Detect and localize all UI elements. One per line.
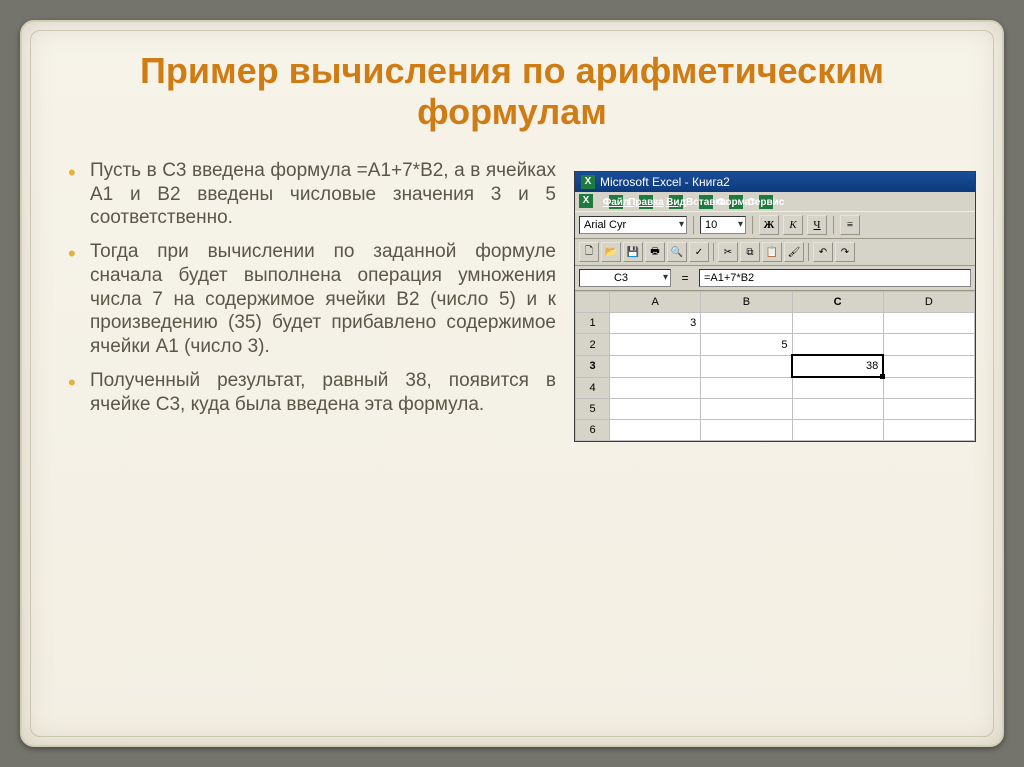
cut-button[interactable]: ✂ <box>718 242 738 262</box>
cell[interactable] <box>883 420 974 441</box>
menu-tools[interactable]: Сервис <box>759 194 777 210</box>
row-header[interactable]: 5 <box>576 399 610 420</box>
menu-insert[interactable]: Вставка <box>699 194 717 210</box>
menu-edit[interactable]: Правка <box>639 194 657 210</box>
formula-bar: C3 = =A1+7*B2 <box>575 266 975 291</box>
row-header[interactable]: 3 <box>576 355 610 377</box>
bullet-item: Пусть в С3 введена формула =А1+7*В2, а в… <box>66 159 556 230</box>
cell[interactable]: 3 <box>610 313 701 334</box>
cell[interactable] <box>701 420 792 441</box>
cell[interactable] <box>792 377 883 399</box>
excel-titlebar: X Microsoft Excel - Книга2 <box>575 172 975 192</box>
formatting-toolbar: Arial Cyr 10 Ж К Ч ≡ <box>575 211 975 239</box>
col-header[interactable]: D <box>883 292 974 313</box>
slide-title: Пример вычисления по арифметическим форм… <box>66 50 958 133</box>
format-painter-button[interactable]: 🖌 <box>784 242 804 262</box>
row-header[interactable]: 1 <box>576 313 610 334</box>
slide-frame: Пример вычисления по арифметическим форм… <box>20 20 1004 747</box>
select-all-corner[interactable] <box>576 292 610 313</box>
row-header[interactable]: 4 <box>576 377 610 399</box>
spell-button[interactable]: ✓ <box>689 242 709 262</box>
open-button[interactable]: 📂 <box>601 242 621 262</box>
toolbar-separator <box>833 216 834 234</box>
cell[interactable] <box>792 420 883 441</box>
menu-format[interactable]: Формат <box>729 194 747 210</box>
print-button[interactable]: 🖶 <box>645 242 665 262</box>
worksheet-grid[interactable]: A B C D 1 3 <box>575 291 975 441</box>
toolbar-separator <box>752 216 753 234</box>
cell[interactable] <box>701 355 792 377</box>
cell[interactable] <box>883 355 974 377</box>
cell[interactable] <box>792 313 883 334</box>
cell[interactable] <box>701 377 792 399</box>
font-name-combo[interactable]: Arial Cyr <box>579 216 687 234</box>
excel-window-title: Microsoft Excel - Книга2 <box>600 175 730 189</box>
cell[interactable]: 5 <box>701 334 792 356</box>
copy-button[interactable]: ⧉ <box>740 242 760 262</box>
menu-file[interactable]: Файл <box>609 194 627 210</box>
underline-button[interactable]: Ч <box>807 215 827 235</box>
save-button[interactable]: 💾 <box>623 242 643 262</box>
cell[interactable] <box>883 377 974 399</box>
slide-background: Пример вычисления по арифметическим форм… <box>0 0 1024 767</box>
row-header[interactable]: 6 <box>576 420 610 441</box>
menu-view[interactable]: Вид <box>669 194 687 210</box>
italic-button[interactable]: К <box>783 215 803 235</box>
paste-button[interactable]: 📋 <box>762 242 782 262</box>
cell[interactable] <box>610 420 701 441</box>
excel-app-icon: X <box>581 175 595 189</box>
cell[interactable] <box>883 399 974 420</box>
cell[interactable] <box>610 377 701 399</box>
cell[interactable] <box>610 399 701 420</box>
bullet-item: Тогда при вычислении по заданной формуле… <box>66 240 556 359</box>
cell[interactable] <box>792 334 883 356</box>
col-header[interactable]: A <box>610 292 701 313</box>
slide-content: Пусть в С3 введена формула =А1+7*В2, а в… <box>36 159 988 443</box>
undo-button[interactable]: ↶ <box>813 242 833 262</box>
cell[interactable] <box>883 313 974 334</box>
redo-button[interactable]: ↷ <box>835 242 855 262</box>
formula-equals-icon: = <box>677 271 693 285</box>
cell[interactable] <box>610 334 701 356</box>
bullet-item: Полученный результат, равный 38, появитс… <box>66 369 556 417</box>
excel-column: X Microsoft Excel - Книга2 X Файл Правка… <box>556 159 976 443</box>
row-header[interactable]: 2 <box>576 334 610 356</box>
cell[interactable] <box>792 399 883 420</box>
standard-toolbar: 🗋 📂 💾 🖶 🔍 ✓ ✂ ⧉ 📋 🖌 ↶ ↷ <box>575 239 975 266</box>
bold-button[interactable]: Ж <box>759 215 779 235</box>
excel-menubar: X Файл Правка Вид Вставка Формат Сервис <box>575 192 975 212</box>
font-size-combo[interactable]: 10 <box>700 216 746 234</box>
col-header[interactable]: B <box>701 292 792 313</box>
excel-window: X Microsoft Excel - Книга2 X Файл Правка… <box>574 171 976 443</box>
align-left-button[interactable]: ≡ <box>840 215 860 235</box>
cell[interactable] <box>701 399 792 420</box>
toolbar-separator <box>808 243 809 261</box>
name-box[interactable]: C3 <box>579 269 671 287</box>
toolbar-separator <box>713 243 714 261</box>
formula-input[interactable]: =A1+7*B2 <box>699 269 971 287</box>
cell[interactable] <box>701 313 792 334</box>
preview-button[interactable]: 🔍 <box>667 242 687 262</box>
bullets-column: Пусть в С3 введена формула =А1+7*В2, а в… <box>66 159 556 443</box>
new-button[interactable]: 🗋 <box>579 242 599 262</box>
active-cell[interactable]: 38 <box>792 355 883 377</box>
excel-doc-icon: X <box>579 194 593 208</box>
toolbar-separator <box>693 216 694 234</box>
col-header[interactable]: C <box>792 292 883 313</box>
cell[interactable] <box>883 334 974 356</box>
cell[interactable] <box>610 355 701 377</box>
